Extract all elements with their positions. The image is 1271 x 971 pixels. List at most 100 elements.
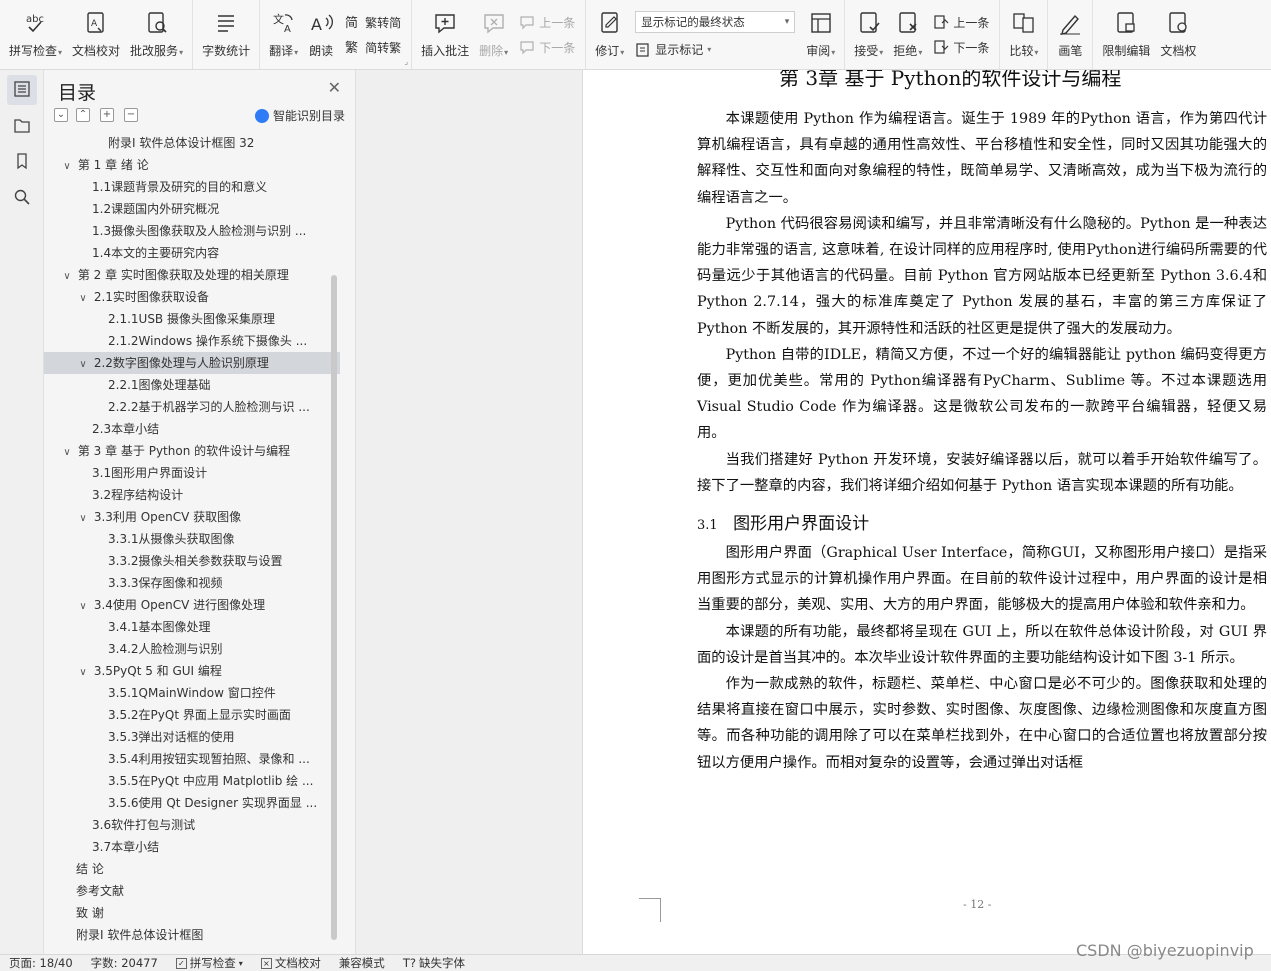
smart-toc-button[interactable]: 智能识别目录: [254, 107, 345, 124]
toc-item[interactable]: 1.2课题国内外研究概况: [44, 198, 340, 220]
delete-comment-button[interactable]: 删除▾: [474, 0, 513, 69]
toc-item-label: 致 谢: [76, 906, 104, 920]
doc-proof-button[interactable]: A 文档校对: [67, 0, 125, 69]
toc-item[interactable]: ∨ 3.3利用 OpenCV 获取图像: [44, 506, 340, 528]
next-comment-button[interactable]: 下一条: [519, 39, 575, 56]
remove-heading-icon[interactable]: −: [124, 108, 138, 122]
search-button[interactable]: [7, 183, 37, 213]
toc-item-label: 3.3.1从摄像头获取图像: [108, 532, 235, 546]
toc-item[interactable]: 3.3.2摄像头相关参数获取与设置: [44, 550, 340, 572]
toc-item-label: 第 2 章 实时图像获取及处理的相关原理: [77, 268, 289, 282]
prev-comment-button[interactable]: 上一条: [519, 14, 575, 31]
toc-item[interactable]: 3.4.2人脸检测与识别: [44, 638, 340, 660]
accept-button[interactable]: 接受▾: [849, 0, 888, 69]
compat-mode[interactable]: 兼容模式: [330, 955, 394, 971]
translate-button[interactable]: 文A 翻译▾: [264, 0, 303, 69]
toc-item[interactable]: ∨ 第 2 章 实时图像获取及处理的相关原理: [44, 264, 340, 286]
toc-item[interactable]: ∨ 第 3 章 基于 Python 的软件设计与编程: [44, 440, 340, 462]
toc-item[interactable]: 致 谢: [44, 902, 340, 924]
chevron-down-icon[interactable]: ∨: [76, 354, 90, 374]
markup-state-select[interactable]: 显示标记的最终状态 ▾: [635, 11, 796, 33]
review-pane-button[interactable]: 审阅▾: [801, 0, 840, 69]
toc-item[interactable]: 2.1.1USB 摄像头图像采集原理: [44, 308, 340, 330]
word-count-indicator[interactable]: 字数: 20477: [82, 955, 167, 971]
toc-item[interactable]: 3.1图形用户界面设计: [44, 462, 340, 484]
chevron-down-icon[interactable]: ∨: [60, 266, 74, 286]
toc-item[interactable]: 附录I 软件总体设计框图: [44, 924, 340, 946]
toc-item[interactable]: 1.4本文的主要研究内容: [44, 242, 340, 264]
pen-button[interactable]: 画笔: [1052, 0, 1088, 69]
word-count-button[interactable]: 字数统计: [197, 0, 255, 69]
simp-to-trad-button[interactable]: 繁 简转繁: [345, 39, 401, 56]
toc-item[interactable]: ∨ 2.1实时图像获取设备: [44, 286, 340, 308]
next-change-button[interactable]: 下一条: [933, 39, 989, 56]
body-paragraph: Python 自带的IDLE，精简又方便，不过一个好的编辑器能让 python …: [697, 346, 1267, 442]
toc-item[interactable]: 3.6软件打包与测试: [44, 814, 340, 836]
annotate-service-button[interactable]: 批改服务▾: [125, 0, 188, 69]
toc-item-label: 3.5.5在PyQt 中应用 Matplotlib 绘 ...: [108, 774, 314, 788]
toc-panel-button[interactable]: [6, 75, 37, 105]
prev-change-button[interactable]: 上一条: [933, 14, 989, 31]
show-markup-button[interactable]: 显示标记 ▾: [635, 41, 795, 58]
trad-to-simp-button[interactable]: 简 繁转简: [345, 14, 401, 31]
toc-item[interactable]: 附录I 软件总体设计框图 32: [44, 132, 340, 154]
toc-item[interactable]: 3.5.2在PyQt 界面上显示实时画面: [44, 704, 340, 726]
toc-header: 目录 ✕: [44, 70, 355, 104]
toc-item[interactable]: 1.3摄像头图像获取及人脸检测与识别 ...: [44, 220, 340, 242]
toc-item-label: 结 论: [76, 862, 104, 876]
missing-font-status[interactable]: T? 缺失字体: [394, 955, 474, 971]
toc-item[interactable]: 2.1.2Windows 操作系统下摄像头 ...: [44, 330, 340, 352]
expand-up-icon[interactable]: ⌃: [76, 108, 90, 122]
toc-item[interactable]: ∨ 第 1 章 绪 论: [44, 154, 340, 176]
toc-scrollbar[interactable]: [331, 275, 337, 940]
toc-item[interactable]: 3.7本章小结: [44, 836, 340, 858]
chevron-down-icon[interactable]: ∨: [76, 508, 90, 528]
chapter-nav-button[interactable]: [7, 111, 37, 141]
read-aloud-button[interactable]: A 朗读: [303, 0, 339, 69]
restrict-edit-button[interactable]: 限制编辑: [1097, 0, 1155, 69]
toc-item[interactable]: 3.5.1QMainWindow 窗口控件: [44, 682, 340, 704]
proof-status[interactable]: × 文档校对: [252, 955, 330, 971]
side-icon-bar: [0, 70, 44, 954]
reject-button[interactable]: 拒绝▾: [888, 0, 927, 69]
insert-comment-button[interactable]: 插入批注: [416, 0, 474, 69]
toc-item[interactable]: 2.3本章小结: [44, 418, 340, 440]
toc-item[interactable]: 3.5.3弹出对话框的使用: [44, 726, 340, 748]
toc-item[interactable]: 3.2程序结构设计: [44, 484, 340, 506]
toc-item[interactable]: 2.2.2基于机器学习的人脸检测与识 ...: [44, 396, 340, 418]
toc-item[interactable]: ∨ 3.5PyQt 5 和 GUI 编程: [44, 660, 340, 682]
toc-item[interactable]: 3.3.1从摄像头获取图像: [44, 528, 340, 550]
chevron-down-icon[interactable]: ∨: [76, 288, 90, 308]
close-icon[interactable]: ✕: [328, 78, 341, 97]
document-page[interactable]: 第 3章 基于 Python的软件设计与编程 本课题使用 Python 作为编程…: [582, 70, 1271, 954]
toc-item[interactable]: 3.5.5在PyQt 中应用 Matplotlib 绘 ...: [44, 770, 340, 792]
spell-check-status[interactable]: ✓ 拼写检查 ▾: [167, 955, 252, 971]
spell-check-button[interactable]: abc 拼写检查▾: [4, 0, 67, 69]
search-icon: [13, 188, 31, 209]
toc-item[interactable]: 3.5.6使用 Qt Designer 实现界面显 ...: [44, 792, 340, 814]
proofing-group: abc 拼写检查▾ A 文档校对 批改服务▾: [0, 0, 194, 69]
toc-item[interactable]: ∨ 2.2数字图像处理与人脸识别原理: [44, 352, 340, 374]
svg-text:A: A: [91, 19, 98, 29]
doc-rights-button[interactable]: 文档权: [1155, 0, 1201, 69]
chevron-down-icon[interactable]: ∨: [76, 662, 90, 682]
chevron-down-icon[interactable]: ∨: [76, 596, 90, 616]
add-heading-icon[interactable]: +: [100, 108, 114, 122]
toc-item[interactable]: 3.4.1基本图像处理: [44, 616, 340, 638]
toc-item[interactable]: 2.2.1图像处理基础: [44, 374, 340, 396]
toc-item-label: 2.1.2Windows 操作系统下摄像头 ...: [108, 334, 308, 348]
chevron-down-icon[interactable]: ∨: [60, 442, 74, 462]
compare-button[interactable]: 比较▾: [1004, 0, 1043, 69]
toc-item[interactable]: 结 论: [44, 858, 340, 880]
toc-item[interactable]: 3.3.3保存图像和视频: [44, 572, 340, 594]
toc-item[interactable]: 参考文献: [44, 880, 340, 902]
toc-item[interactable]: ∨ 3.4使用 OpenCV 进行图像处理: [44, 594, 340, 616]
toc-item[interactable]: 3.5.4利用按钮实现暂拍照、录像和 ...: [44, 748, 340, 770]
chevron-down-icon[interactable]: ∨: [60, 156, 74, 176]
page-indicator[interactable]: 页面: 18/40: [0, 955, 82, 971]
group-expand-icon[interactable]: ⌟: [404, 57, 408, 66]
bookmark-button[interactable]: [7, 147, 37, 177]
collapse-all-icon[interactable]: ⌄: [54, 108, 68, 122]
track-changes-button[interactable]: 修订▾: [590, 0, 629, 69]
toc-item[interactable]: 1.1课题背景及研究的目的和意义: [44, 176, 340, 198]
